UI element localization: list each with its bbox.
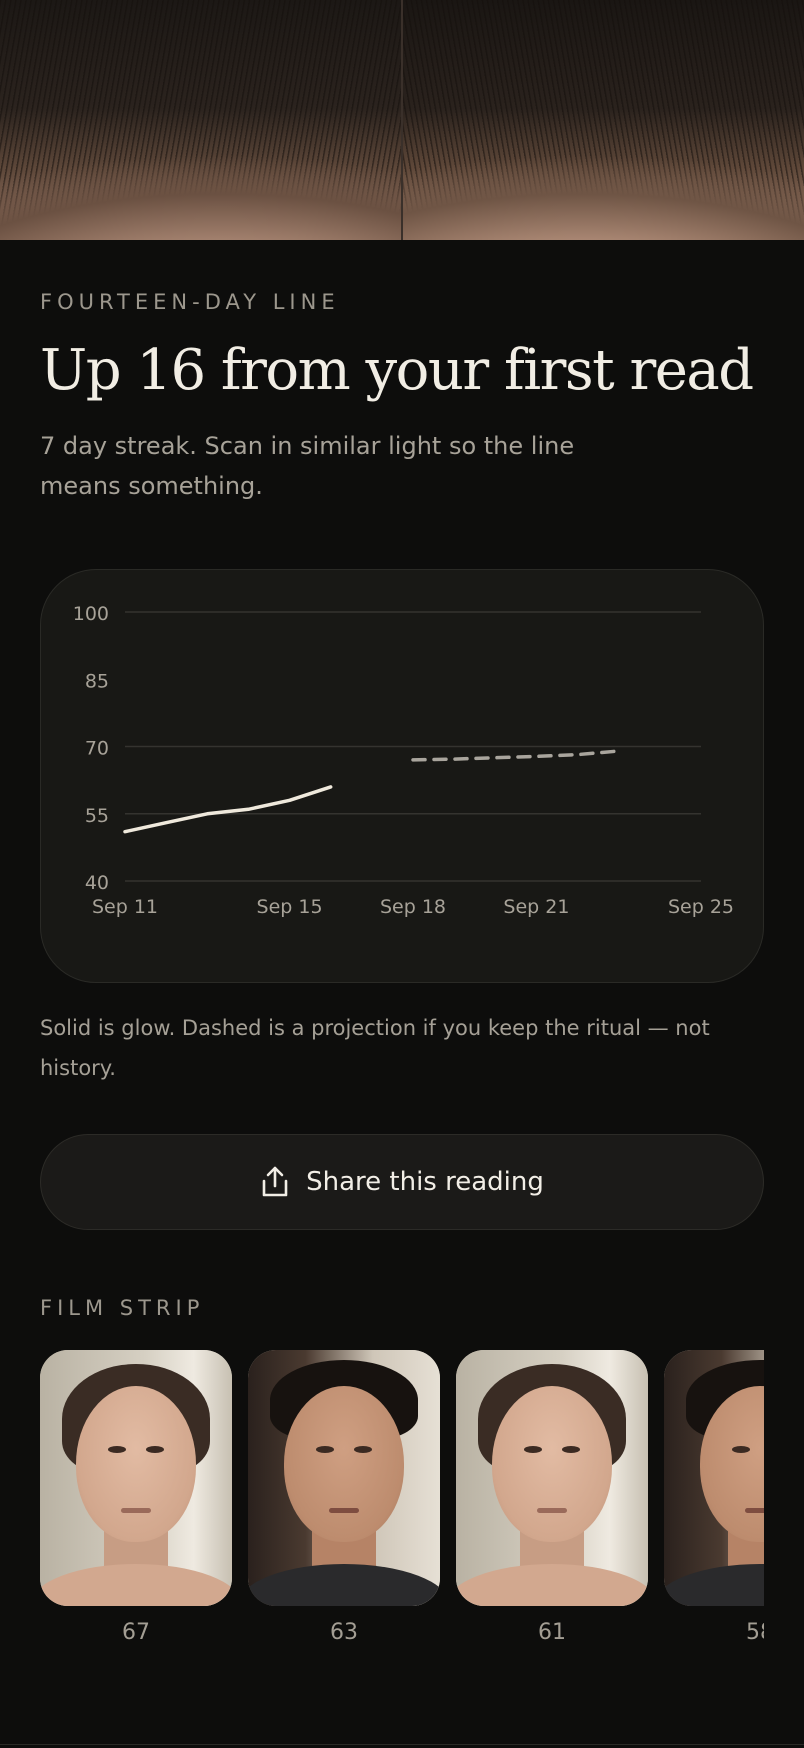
- film-strip-item[interactable]: 67: [40, 1350, 232, 1645]
- chart-y-tick-label: 55: [85, 805, 109, 827]
- film-strip[interactable]: 67 63 61 5: [40, 1350, 764, 1650]
- chart-x-tick-label: Sep 15: [257, 896, 323, 918]
- film-strip-item[interactable]: 63: [248, 1350, 440, 1645]
- chart-y-tick-label: 70: [85, 738, 109, 760]
- scan-thumbnail: [248, 1350, 440, 1606]
- scan-score: 63: [330, 1620, 358, 1645]
- page-title: Up 16 from your first read: [40, 338, 754, 403]
- chart-x-tick-label: Sep 18: [380, 896, 446, 918]
- projection-series-line: [411, 749, 621, 762]
- scan-thumbnail: [456, 1350, 648, 1606]
- chart-x-tick-label: Sep 21: [503, 896, 569, 918]
- section-eyebrow: FOURTEEN-DAY LINE: [40, 290, 340, 314]
- film-strip-item[interactable]: 61: [456, 1350, 648, 1645]
- chart-x-tick-label: Sep 25: [668, 896, 734, 918]
- scan-thumbnail: [664, 1350, 764, 1606]
- chart-y-tick-label: 40: [85, 872, 109, 894]
- trend-chart: 100 85 70 55 40Sep 11 Sep 15 Sep 18 Sep 21 Sep 2…: [73, 603, 734, 918]
- share-button-label: Share this reading: [306, 1167, 544, 1197]
- film-strip-item[interactable]: 58: [664, 1350, 764, 1645]
- hero-photo-after: [402, 0, 804, 240]
- chart-y-tick-label: 100: [73, 603, 109, 625]
- trend-chart-card: 100 85 70 55 40 Sep 11 Sep 15 Sep 18 Sep 21 Sep 2…: [40, 569, 764, 983]
- share-reading-button[interactable]: Share this reading: [40, 1134, 764, 1230]
- scan-thumbnail: [40, 1350, 232, 1606]
- share-icon: [262, 1166, 288, 1197]
- scan-score: 58: [746, 1620, 764, 1645]
- scan-score: 61: [538, 1620, 566, 1645]
- chart-caption: Solid is glow. Dashed is a projection if…: [40, 1016, 710, 1080]
- chart-x-tick-label: Sep 11: [92, 896, 158, 918]
- streak-subtext: 7 day streak. Scan in similar light so t…: [40, 432, 575, 500]
- hero-divider: [401, 0, 403, 240]
- hero-photo-before: [0, 0, 402, 240]
- scan-score: 67: [122, 1620, 150, 1645]
- bottom-divider: [0, 1744, 804, 1745]
- hero-comparison-photo: [0, 0, 804, 240]
- film-strip-heading: FILM STRIP: [40, 1296, 205, 1320]
- chart-y-tick-label: 85: [85, 670, 109, 692]
- glow-series-line: [123, 785, 333, 834]
